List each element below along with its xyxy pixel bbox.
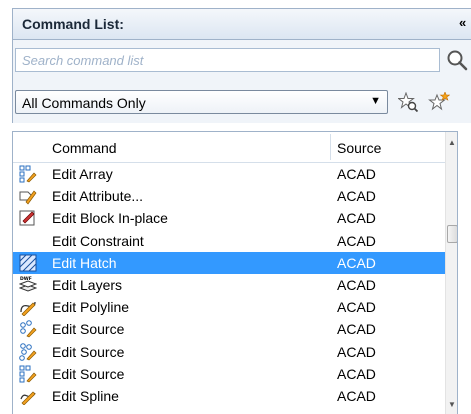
command-name: Edit Array (52, 166, 113, 182)
command-source: ACAD (337, 254, 376, 271)
polyline-edit-icon (20, 302, 36, 317)
filter-dropdown[interactable]: All Commands Only ▼ (15, 90, 388, 114)
add-favorite-icon[interactable] (428, 92, 450, 112)
scroll-up-icon[interactable]: ▲ (448, 138, 456, 147)
scroll-down-icon[interactable]: ▼ (448, 400, 456, 409)
table-row-selected[interactable]: Edit Hatch ACAD (13, 251, 445, 274)
table-row[interactable]: Edit Source ACAD (13, 341, 445, 363)
command-name: Edit Constraint (52, 232, 144, 249)
command-name: Edit Source (52, 365, 125, 382)
command-source: ACAD (337, 188, 376, 205)
hatch-edit-icon (19, 254, 37, 272)
spline-edit-icon (20, 391, 36, 405)
command-source: ACAD (337, 343, 376, 360)
panel-header: Command List: « (12, 8, 471, 40)
command-source: ACAD (337, 232, 376, 249)
column-header-row: Command Source (13, 132, 445, 163)
table-row[interactable]: Edit Polyline ACAD (13, 296, 445, 318)
filter-selected-label: All Commands Only (22, 95, 146, 111)
command-name: Edit Polyline (52, 299, 130, 316)
layers-edit-icon: DWF (19, 276, 37, 292)
command-source: ACAD (337, 166, 376, 182)
command-source: ACAD (337, 321, 376, 338)
collapse-icon[interactable]: « (459, 15, 466, 30)
command-name: Edit Source (52, 321, 125, 338)
search-icon[interactable] (446, 49, 468, 71)
table-row[interactable]: Edit Block In-place ACAD (13, 207, 445, 229)
command-source: ACAD (337, 299, 376, 316)
command-rows: Edit Array ACAD Edit Attribute... ACAD E… (13, 163, 445, 407)
search-input[interactable] (15, 48, 440, 72)
scroll-thumb[interactable] (447, 225, 457, 243)
vertical-scrollbar[interactable]: ▲ ▼ (445, 132, 457, 414)
command-list: Command Source Edit Array ACAD Edit Attr… (12, 131, 458, 414)
command-source: ACAD (337, 387, 376, 404)
chevron-down-icon: ▼ (370, 95, 381, 107)
table-row[interactable]: Edit Source ACAD (13, 363, 445, 385)
command-name: Edit Source (52, 343, 125, 360)
table-row[interactable]: Edit Spline ACAD (13, 385, 445, 407)
command-name: Edit Spline (52, 387, 119, 404)
table-row[interactable]: Edit Array ACAD (13, 163, 445, 185)
table-row[interactable]: Edit Attribute... ACAD (13, 185, 445, 207)
attribute-edit-icon (19, 190, 37, 205)
table-row[interactable]: Edit Constraint ACAD (13, 230, 445, 252)
command-source: ACAD (337, 365, 376, 382)
command-name: Edit Block In-place (52, 210, 168, 227)
source-edit-icon (19, 365, 37, 383)
column-divider[interactable] (330, 134, 331, 160)
array-edit-icon (19, 165, 37, 183)
search-favorite-icon[interactable] (398, 92, 418, 112)
svg-text:DWF: DWF (20, 276, 32, 282)
filter-bar: All Commands Only ▼ (12, 85, 471, 123)
command-name: Edit Layers (52, 276, 123, 293)
panel-title: Command List: (22, 16, 124, 32)
column-header-command[interactable]: Command (52, 140, 117, 156)
table-row[interactable]: Edit Source ACAD (13, 318, 445, 340)
source-edit-icon (20, 320, 37, 338)
column-header-source[interactable]: Source (337, 140, 381, 156)
command-source: ACAD (337, 210, 376, 227)
command-name: Edit Hatch (52, 254, 117, 271)
command-source: ACAD (337, 276, 376, 293)
block-edit-icon (19, 210, 35, 226)
search-bar (12, 40, 471, 85)
table-row[interactable]: DWF Edit Layers ACAD (13, 274, 445, 296)
source-edit-icon (19, 342, 37, 361)
command-name: Edit Attribute... (52, 188, 144, 205)
